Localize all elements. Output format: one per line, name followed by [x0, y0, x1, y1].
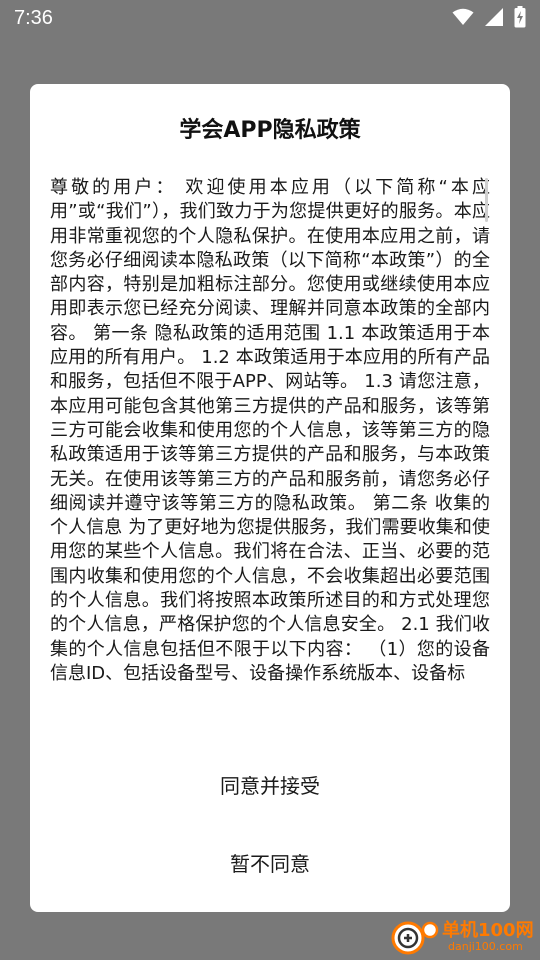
policy-content-text: 尊敬的用户： 欢迎使用本应用（以下简称“本应用”或“我们”），我们致力于为您提供… [50, 177, 490, 684]
watermark: 单机100网 danji100.com [390, 914, 536, 958]
status-bar: 7:36 [0, 0, 540, 38]
policy-content-scroll[interactable]: 尊敬的用户： 欢迎使用本应用（以下简称“本应用”或“我们”），我们致力于为您提供… [50, 176, 490, 738]
battery-charging-icon [514, 6, 526, 28]
wifi-icon [452, 8, 474, 26]
watermark-url: danji100.com [448, 940, 523, 953]
status-time: 7:36 [14, 7, 53, 29]
agree-button[interactable]: 同意并接受 [30, 756, 510, 812]
signal-icon [484, 7, 504, 27]
content-scrollbar[interactable] [485, 178, 488, 222]
decline-button[interactable]: 暂不同意 [30, 834, 510, 890]
watermark-logo-icon [390, 916, 440, 960]
status-icons [452, 6, 526, 28]
privacy-dialog: 学会APP隐私政策 尊敬的用户： 欢迎使用本应用（以下简称“本应用”或“我们”）… [30, 84, 510, 912]
dialog-title: 学会APP隐私政策 [179, 118, 361, 143]
watermark-name: 单机100网 [442, 920, 534, 941]
